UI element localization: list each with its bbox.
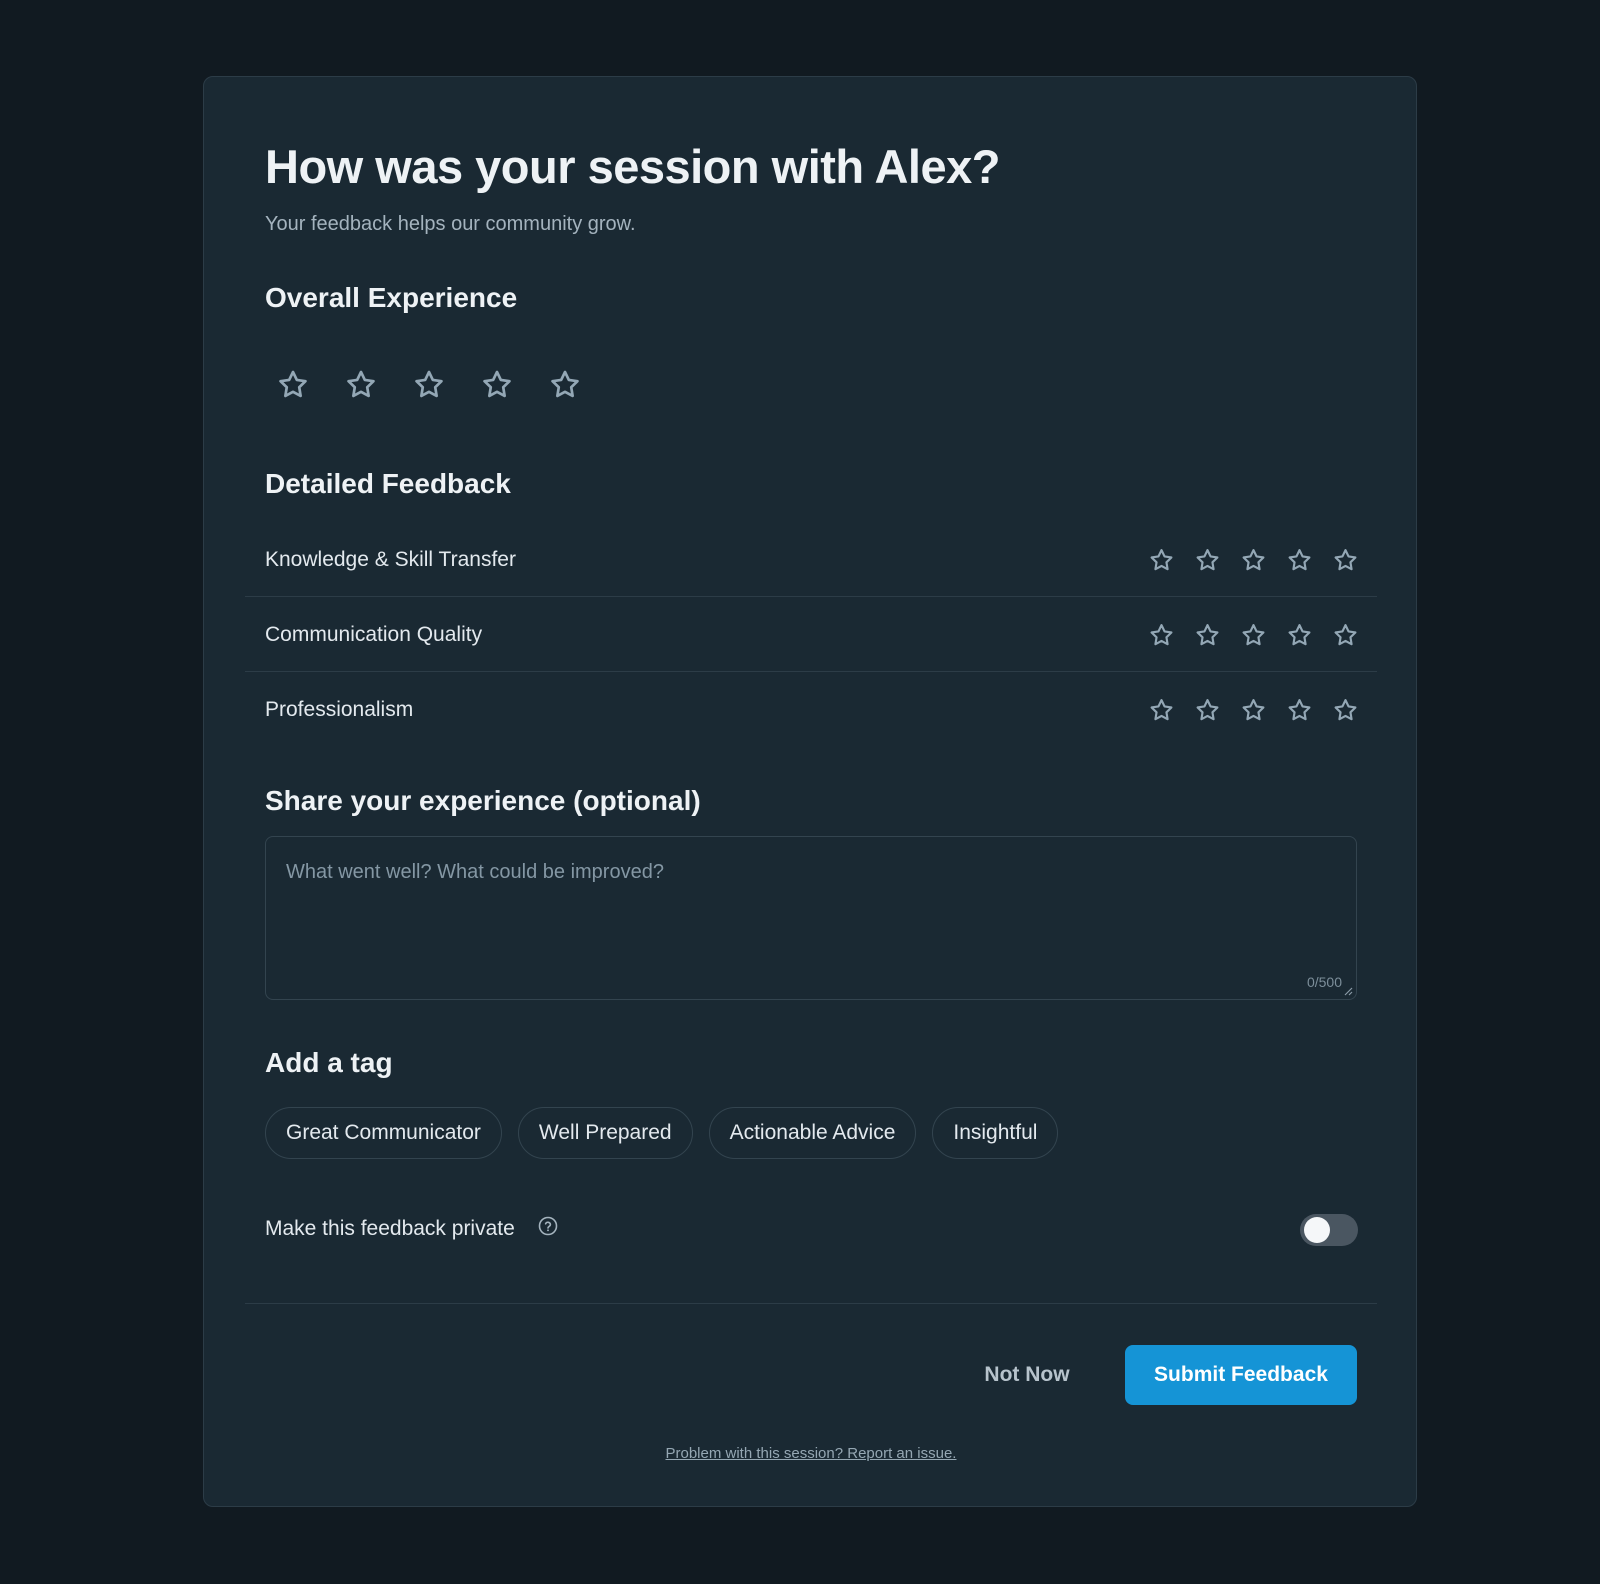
- star-outline-icon[interactable]: [1327, 617, 1363, 653]
- character-counter: 0/500: [1306, 974, 1342, 990]
- submit-feedback-button[interactable]: Submit Feedback: [1125, 1345, 1357, 1405]
- detail-row-label: Knowledge & Skill Transfer: [265, 548, 516, 571]
- detailed-heading: Detailed Feedback: [265, 468, 511, 499]
- star-outline-icon[interactable]: [1189, 542, 1225, 578]
- star-outline-icon[interactable]: [1189, 692, 1225, 728]
- page-title: How was your session with Alex?: [265, 140, 1000, 193]
- tag-list: Great Communicator Well Prepared Actiona…: [265, 1107, 1059, 1159]
- star-outline-icon[interactable]: [1143, 542, 1179, 578]
- tag-chip[interactable]: Well Prepared: [517, 1107, 693, 1159]
- tag-chip[interactable]: Great Communicator: [265, 1107, 502, 1159]
- private-label: Make this feedback private: [265, 1217, 515, 1240]
- star-outline-icon[interactable]: [1235, 542, 1271, 578]
- overall-star-1-icon[interactable]: [269, 361, 317, 409]
- overall-star-4-icon[interactable]: [473, 361, 521, 409]
- comment-placeholder: What went well? What could be improved?: [286, 861, 664, 883]
- tags-heading: Add a tag: [265, 1047, 393, 1078]
- detail-row-professionalism: Professionalism: [245, 673, 1377, 747]
- feedback-card: How was your session with Alex? Your fee…: [203, 76, 1417, 1507]
- page-subtitle: Your feedback helps our community grow.: [265, 213, 636, 235]
- star-outline-icon[interactable]: [1189, 617, 1225, 653]
- overall-rating: [269, 360, 589, 410]
- overall-star-3-icon[interactable]: [405, 361, 453, 409]
- comment-textarea[interactable]: What went well? What could be improved? …: [265, 836, 1357, 1000]
- star-outline-icon[interactable]: [1281, 692, 1317, 728]
- private-toggle[interactable]: [1300, 1214, 1358, 1246]
- detail-row-stars: [1143, 617, 1363, 653]
- footer-divider: [245, 1303, 1377, 1304]
- help-circle-icon[interactable]: [537, 1215, 559, 1237]
- star-outline-icon[interactable]: [1143, 617, 1179, 653]
- overall-star-5-icon[interactable]: [541, 361, 589, 409]
- star-outline-icon[interactable]: [1235, 692, 1271, 728]
- star-outline-icon[interactable]: [1327, 692, 1363, 728]
- overall-heading: Overall Experience: [265, 282, 518, 313]
- report-issue-link[interactable]: Problem with this session? Report an iss…: [204, 1445, 1418, 1462]
- detail-row-stars: [1143, 692, 1363, 728]
- row-divider: [245, 671, 1377, 672]
- detail-row-label: Professionalism: [265, 698, 414, 721]
- not-now-button[interactable]: Not Now: [965, 1345, 1089, 1405]
- star-outline-icon[interactable]: [1281, 542, 1317, 578]
- star-outline-icon[interactable]: [1235, 617, 1271, 653]
- detail-row-label: Communication Quality: [265, 623, 483, 646]
- overall-star-2-icon[interactable]: [337, 361, 385, 409]
- detail-row-knowledge: Knowledge & Skill Transfer: [245, 523, 1377, 597]
- resize-handle-icon[interactable]: [1343, 986, 1353, 996]
- tag-chip[interactable]: Actionable Advice: [708, 1107, 917, 1159]
- star-outline-icon[interactable]: [1281, 617, 1317, 653]
- star-outline-icon[interactable]: [1327, 542, 1363, 578]
- tag-chip[interactable]: Insightful: [932, 1107, 1059, 1159]
- comment-heading: Share your experience (optional): [265, 785, 701, 816]
- star-outline-icon[interactable]: [1143, 692, 1179, 728]
- toggle-knob: [1304, 1217, 1330, 1243]
- row-divider: [245, 596, 1377, 597]
- detail-row-communication: Communication Quality: [245, 598, 1377, 672]
- detail-row-stars: [1143, 542, 1363, 578]
